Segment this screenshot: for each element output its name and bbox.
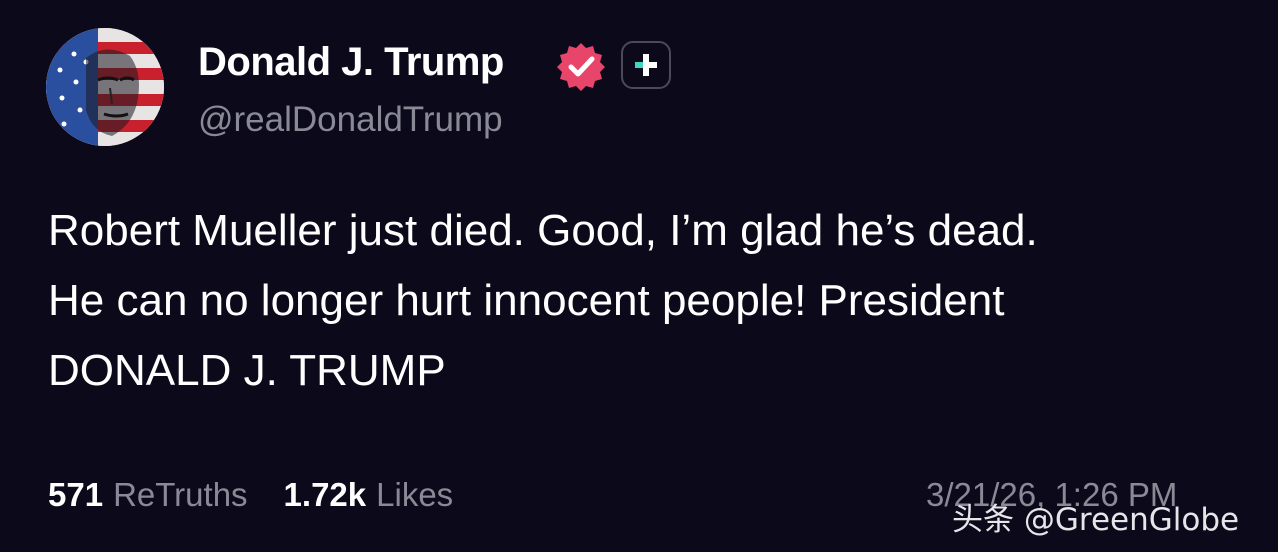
watermark: 头条 @GreenGlobe [952, 502, 1240, 538]
retruths-count: 571 [48, 476, 104, 513]
retruths-stat[interactable]: 571 ReTruths [48, 476, 248, 513]
post-stats: 571 ReTruths 1.72k Likes [48, 476, 453, 514]
verified-badge-icon [557, 43, 605, 91]
avatar-image [46, 28, 164, 146]
author-handle[interactable]: @realDonaldTrump [198, 100, 503, 140]
likes-stat[interactable]: 1.72k Likes [284, 476, 454, 513]
likes-label: Likes [376, 476, 454, 513]
post-body: Robert Mueller just died. Good, I’m glad… [48, 196, 1248, 406]
author-display-name[interactable]: Donald J. Trump [198, 40, 504, 85]
avatar[interactable] [46, 28, 164, 146]
retruths-label: ReTruths [113, 476, 248, 513]
post-text-line: He can no longer hurt innocent people! P… [48, 276, 1005, 325]
follow-button[interactable] [621, 41, 671, 89]
post-text-line: Robert Mueller just died. Good, I’m glad… [48, 206, 1038, 255]
post-text-line: DONALD J. TRUMP [48, 346, 446, 395]
plus-icon [635, 54, 657, 76]
likes-count: 1.72k [283, 476, 367, 513]
